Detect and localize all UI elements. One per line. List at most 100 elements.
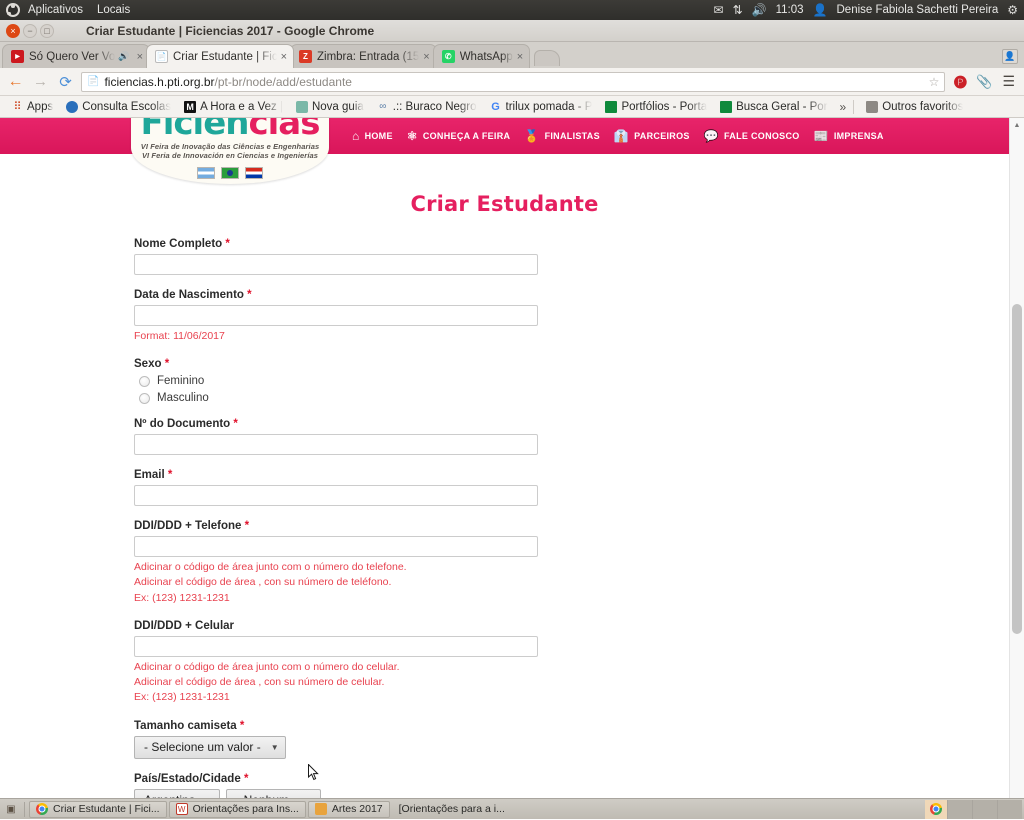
bookmarks-overflow-button[interactable]: » xyxy=(840,100,847,114)
required-mark: * xyxy=(244,773,248,785)
label-text: País/Estado/Cidade xyxy=(134,773,241,785)
tray-cell-1[interactable] xyxy=(947,800,972,819)
radio-option-feminino[interactable]: Feminino xyxy=(139,375,774,387)
taskbar-item-folder[interactable]: Artes 2017 xyxy=(308,801,390,818)
field-label: Nome Completo * xyxy=(134,238,774,250)
tab-close-icon[interactable]: × xyxy=(281,51,287,63)
bookmark-item-4[interactable]: G trilux pomada - P xyxy=(485,100,598,114)
required-mark: * xyxy=(245,520,249,532)
browser-tab-0[interactable]: Só Quero Ver Voc 🔊 × xyxy=(2,44,150,68)
radio-button-icon[interactable] xyxy=(139,376,150,387)
browser-tab-2[interactable]: Zimbra: Entrada (15 × xyxy=(290,44,437,68)
chrome-tray-icon[interactable] xyxy=(925,800,947,819)
reload-button[interactable]: ⟳ xyxy=(56,73,75,91)
browser-tab-1[interactable]: 📄 Criar Estudante | Fic × xyxy=(146,44,294,68)
numero-documento-input[interactable] xyxy=(134,434,538,455)
bookmark-item-0[interactable]: Consulta Escolas xyxy=(61,100,176,114)
user-profile-button[interactable]: 👤 xyxy=(1002,49,1018,64)
celular-input[interactable] xyxy=(134,636,538,657)
volume-icon[interactable]: 🔊 xyxy=(752,4,767,16)
bookmark-apps[interactable]: ⠿ Apps xyxy=(6,100,58,114)
folder-icon xyxy=(866,101,878,113)
tie-icon: 👔 xyxy=(614,130,629,142)
ubuntu-logo-icon[interactable] xyxy=(6,3,20,17)
bookmark-item-5[interactable]: Portfólios - Porta xyxy=(600,100,712,114)
new-tab-button[interactable] xyxy=(534,50,560,66)
scrollbar-thumb[interactable] xyxy=(1012,304,1022,634)
tray-cell-3[interactable] xyxy=(997,800,1022,819)
chrome-menu-icon[interactable]: ☰ xyxy=(999,73,1018,90)
radio-option-masculino[interactable]: Masculino xyxy=(139,392,774,404)
label-text: DDI/DDD + Celular xyxy=(134,620,234,632)
label-text: Sexo xyxy=(134,358,162,370)
field-telefone: DDI/DDD + Telefone * Adicinar o código d… xyxy=(134,520,774,606)
logo-word-part1: Ficien xyxy=(141,118,249,143)
field-help-block: Adicinar o código de área junto com o nú… xyxy=(134,560,774,606)
help-line: Ex: (123) 1231-1231 xyxy=(134,690,774,705)
bookmark-item-1[interactable]: M A Hora e a Vez | xyxy=(179,100,288,114)
bookmark-item-2[interactable]: Nova guia xyxy=(291,100,369,114)
required-mark: * xyxy=(225,238,229,250)
nav-item-conheca-a-feira[interactable]: ⚛ CONHEÇA A FEIRA xyxy=(407,130,511,142)
window-maximize-button[interactable]: □ xyxy=(40,24,54,38)
bookmark-item-6[interactable]: Busca Geral - Por xyxy=(715,100,832,114)
tamanho-camiseta-select[interactable]: - Selecione um valor - ▼ xyxy=(134,736,286,759)
tray-cell-2[interactable] xyxy=(972,800,997,819)
tab-audio-icon[interactable]: 🔊 xyxy=(118,51,129,62)
network-icon[interactable]: ⇅ xyxy=(733,4,743,16)
bookmark-item-3[interactable]: ∞ .:: Buraco Negro xyxy=(372,100,482,114)
back-button[interactable]: ← xyxy=(6,73,25,91)
nav-item-finalistas[interactable]: 🏅 FINALISTAS xyxy=(524,130,600,142)
evernote-clipper-icon[interactable]: 📎 xyxy=(975,73,993,91)
taskbar-item-writer[interactable]: W Orientações para Ins... xyxy=(169,801,306,818)
logo-subtitle-pt: VI Feira de Inovação das Ciências e Enge… xyxy=(131,142,329,151)
brazil-flag-icon xyxy=(221,167,239,179)
bookmark-label: Busca Geral - Por xyxy=(736,101,827,113)
tab-close-icon[interactable]: × xyxy=(137,51,143,63)
nome-completo-input[interactable] xyxy=(134,254,538,275)
radio-button-icon[interactable] xyxy=(139,393,150,404)
taskbar-item-chrome[interactable]: Criar Estudante | Fici... xyxy=(29,801,167,818)
page-info-icon[interactable]: 📄 xyxy=(87,76,99,87)
blue-dot-icon xyxy=(66,101,78,113)
nav-item-imprensa[interactable]: 📰 IMPRENSA xyxy=(814,130,884,142)
panel-menu-locais[interactable]: Locais xyxy=(97,4,130,16)
clock[interactable]: 11:03 xyxy=(776,4,804,16)
window-minimize-button[interactable]: − xyxy=(23,24,37,38)
field-numero-documento: Nº do Documento * xyxy=(134,418,774,455)
mail-icon[interactable]: ✉ xyxy=(714,4,724,16)
whatsapp-icon xyxy=(442,50,455,63)
site-header-bar: Ficiencias VI Feira de Inovação das Ciên… xyxy=(0,118,1009,154)
forward-button[interactable]: → xyxy=(31,73,50,90)
gear-icon[interactable]: ⚙ xyxy=(1007,4,1018,16)
writer-icon: W xyxy=(176,803,188,815)
data-nascimento-input[interactable] xyxy=(134,305,538,326)
panel-menu-aplicativos[interactable]: Aplicativos xyxy=(28,4,83,16)
bookmark-star-icon[interactable]: ☆ xyxy=(929,75,940,89)
nav-item-parceiros[interactable]: 👔 PARCEIROS xyxy=(614,130,690,142)
radio-label: Feminino xyxy=(157,375,204,387)
telefone-input[interactable] xyxy=(134,536,538,557)
address-bar[interactable]: 📄 ficiencias.h.pti.org.br /pt-br/node/ad… xyxy=(81,72,945,92)
label-text: Tamanho camiseta xyxy=(134,720,237,732)
taskbar-item-minimized[interactable]: [Orientações para a i... xyxy=(392,801,512,818)
document-icon: 📄 xyxy=(155,50,168,63)
tab-close-icon[interactable]: × xyxy=(517,51,523,63)
chevron-down-icon: ▼ xyxy=(271,743,279,752)
bookmark-other-folder[interactable]: Outros favoritos xyxy=(861,100,968,114)
pinterest-icon[interactable]: 🅟 xyxy=(951,73,969,91)
m-icon: M xyxy=(184,101,196,113)
tab-close-icon[interactable]: × xyxy=(423,51,429,63)
window-close-button[interactable]: × xyxy=(6,24,20,38)
nav-item-home[interactable]: ⌂ HOME xyxy=(352,130,393,142)
browser-tab-3[interactable]: WhatsApp × xyxy=(433,44,531,68)
bookmark-label: Portfólios - Porta xyxy=(621,101,707,113)
scroll-up-arrow-icon[interactable]: ▲ xyxy=(1010,118,1024,132)
nav-item-fale-conosco[interactable]: 💬 FALE CONOSCO xyxy=(704,130,800,142)
page-scrollbar[interactable]: ▲ ▼ xyxy=(1009,118,1024,812)
radio-label: Masculino xyxy=(157,392,209,404)
required-mark: * xyxy=(168,469,172,481)
email-input[interactable] xyxy=(134,485,538,506)
show-desktop-icon[interactable]: ▣ xyxy=(2,801,20,818)
session-user-name[interactable]: Denise Fabiola Sachetti Pereira xyxy=(837,4,999,16)
